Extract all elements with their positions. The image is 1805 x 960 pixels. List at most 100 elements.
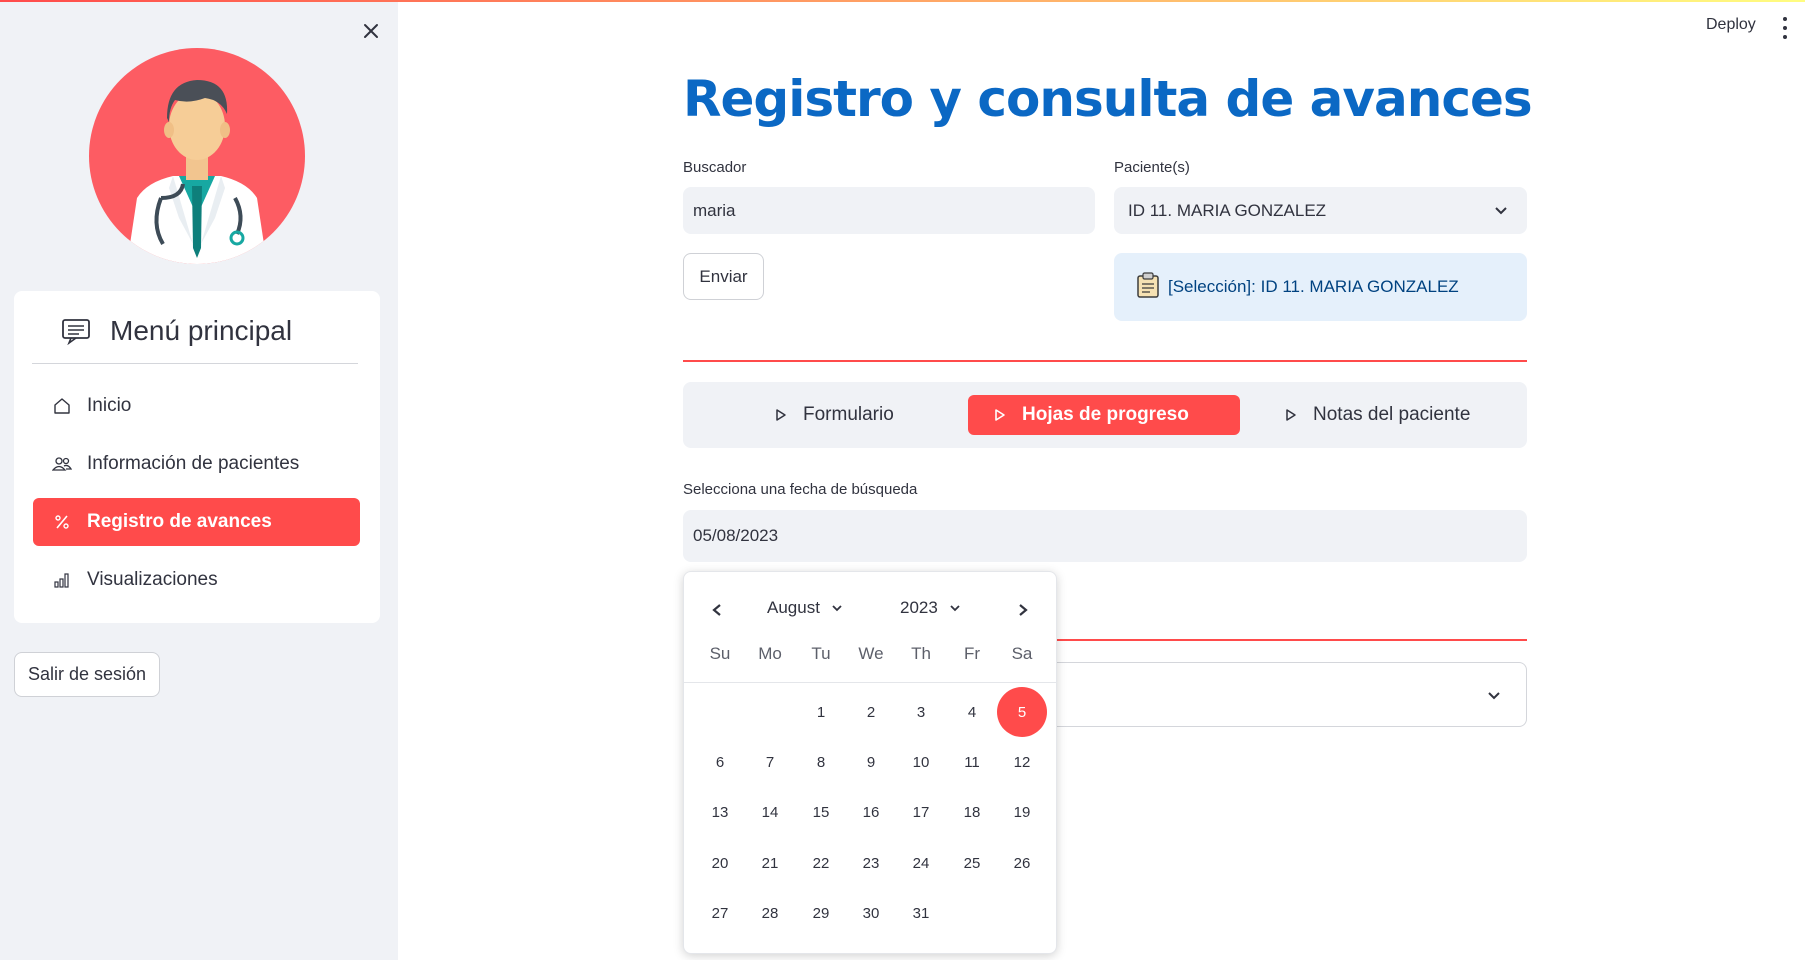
weekday-label: Th — [911, 644, 931, 663]
submit-button[interactable]: Enviar — [683, 253, 764, 300]
calendar-day[interactable]: 3 — [896, 687, 946, 737]
calendar-day[interactable]: 31 — [896, 888, 946, 938]
weekday-label: Sa — [1011, 644, 1033, 663]
calendar-day[interactable]: 18 — [947, 787, 997, 837]
calendar-day[interactable]: 17 — [896, 787, 946, 837]
sidebar-item-informacion-pacientes[interactable]: Información de pacientes — [33, 440, 360, 488]
calendar-header: August 2023 Su Mo Tu We Th Fr Sa — [684, 572, 1056, 682]
house-icon — [51, 395, 73, 417]
menu-list-icon — [58, 313, 94, 349]
menu-title: Menú principal — [110, 315, 293, 346]
section-divider — [683, 360, 1527, 362]
calendar-day[interactable]: 6 — [695, 737, 745, 787]
selection-info-box: [Selección]: ID 11. MARIA GONZALEZ — [1114, 253, 1527, 321]
sidebar-item-visualizaciones[interactable]: Visualizaciones — [33, 556, 360, 604]
clipboard-icon — [1136, 272, 1160, 302]
section-divider-2 — [1055, 639, 1527, 641]
date-label: Selecciona una fecha de búsqueda — [683, 481, 918, 498]
calendar-days-grid: 1 2 3 4 5 6 7 8 9 10 11 12 13 14 15 16 17 18 19 20 21 22 23 24 2… — [684, 682, 1056, 953]
month-select[interactable]: August — [767, 598, 842, 618]
more-options-icon[interactable] — [1780, 17, 1790, 39]
sidebar-item-registro-avances[interactable]: Registro de avances — [33, 498, 360, 546]
weekday-label: Mo — [758, 644, 782, 663]
tab-bar: Formulario Hojas de progreso Notas del p… — [683, 382, 1527, 448]
weekday-label: Fr — [963, 644, 981, 663]
sidebar-item-label: Información de pacientes — [87, 453, 300, 474]
tab-formulario[interactable]: Formulario — [773, 395, 933, 435]
previous-month-button[interactable] — [703, 596, 731, 624]
sidebar-item-inicio[interactable]: Inicio — [33, 382, 360, 430]
calendar-day[interactable]: 21 — [745, 838, 795, 888]
date-input[interactable]: 05/08/2023 — [683, 510, 1527, 562]
sidebar-item-label: Visualizaciones — [87, 569, 218, 590]
calendar-day[interactable]: 25 — [947, 838, 997, 888]
calendar-day[interactable]: 15 — [796, 787, 846, 837]
deploy-button[interactable]: Deploy — [1706, 16, 1756, 34]
weekday-label: We — [858, 644, 884, 663]
people-icon — [51, 453, 73, 475]
chevron-down-icon — [1486, 687, 1502, 707]
page-title: Registro y consulta de avances — [683, 70, 1533, 128]
calendar-day[interactable]: 12 — [997, 737, 1047, 787]
calendar-day[interactable]: 13 — [695, 787, 745, 837]
top-decoration-bar — [0, 0, 1805, 2]
doctor-avatar — [89, 48, 305, 264]
calendar-day[interactable]: 9 — [846, 737, 896, 787]
main-menu: Menú principal Inicio Información de pac… — [14, 291, 380, 623]
calendar-day[interactable]: 28 — [745, 888, 795, 938]
year-value: 2023 — [900, 598, 938, 617]
date-picker-popup: August 2023 Su Mo Tu We Th Fr Sa 1234567… — [683, 571, 1057, 954]
weekday-row: Su Mo Tu We Th Fr Sa — [684, 644, 1056, 674]
calendar-day-selected[interactable]: 5 — [997, 687, 1047, 737]
close-sidebar-icon[interactable] — [356, 16, 386, 46]
weekday-label: Su — [709, 644, 731, 663]
calendar-day[interactable]: 10 — [896, 737, 946, 787]
calendar-day[interactable]: 14 — [745, 787, 795, 837]
selection-info-text: [Selección]: ID 11. MARIA GONZALEZ — [1168, 277, 1459, 296]
calendar-day[interactable]: 30 — [846, 888, 896, 938]
year-select[interactable]: 2023 — [900, 598, 960, 618]
bar-chart-icon — [51, 569, 73, 591]
sidebar-item-label: Inicio — [87, 395, 132, 416]
chevron-down-icon — [1493, 202, 1509, 223]
calendar-day[interactable]: 19 — [997, 787, 1047, 837]
tab-label: Hojas de progreso — [1022, 404, 1189, 425]
sidebar: Menú principal Inicio Información de pac… — [0, 0, 398, 960]
calendar-day[interactable]: 16 — [846, 787, 896, 837]
calendar-day[interactable]: 7 — [745, 737, 795, 787]
search-input[interactable]: maria — [683, 187, 1095, 234]
chevron-down-icon — [832, 604, 842, 612]
menu-header: Menú principal — [32, 307, 358, 355]
tab-label: Notas del paciente — [1313, 404, 1471, 425]
patients-selected-value: ID 11. MARIA GONZALEZ — [1128, 200, 1327, 220]
calendar-day[interactable]: 11 — [947, 737, 997, 787]
chevron-down-icon — [950, 604, 960, 612]
percent-icon — [51, 511, 73, 533]
menu-divider — [32, 363, 358, 364]
logout-button[interactable]: Salir de sesión — [14, 652, 160, 697]
calendar-day[interactable]: 8 — [796, 737, 846, 787]
next-month-button[interactable] — [1009, 596, 1037, 624]
tab-hojas-progreso[interactable]: Hojas de progreso — [968, 395, 1240, 435]
calendar-day[interactable]: 22 — [796, 838, 846, 888]
calendar-day[interactable]: 2 — [846, 687, 896, 737]
patients-select[interactable]: ID 11. MARIA GONZALEZ — [1114, 187, 1527, 234]
weekday-label: Tu — [811, 644, 831, 663]
calendar-day[interactable]: 1 — [796, 687, 846, 737]
play-outline-icon — [1283, 407, 1299, 423]
search-label: Buscador — [683, 159, 747, 176]
calendar-day[interactable]: 24 — [896, 838, 946, 888]
calendar-day[interactable]: 26 — [997, 838, 1047, 888]
sidebar-item-label: Registro de avances — [87, 511, 272, 532]
patients-label: Paciente(s) — [1114, 159, 1190, 176]
calendar-day[interactable]: 4 — [947, 687, 997, 737]
calendar-day[interactable]: 29 — [796, 888, 846, 938]
calendar-day[interactable]: 23 — [846, 838, 896, 888]
calendar-day[interactable]: 20 — [695, 838, 745, 888]
month-value: August — [767, 598, 820, 617]
play-outline-icon — [992, 407, 1008, 423]
tab-notas-paciente[interactable]: Notas del paciente — [1283, 395, 1513, 435]
tab-label: Formulario — [803, 404, 894, 425]
collapsed-expander[interactable] — [1055, 662, 1527, 727]
calendar-day[interactable]: 27 — [695, 888, 745, 938]
